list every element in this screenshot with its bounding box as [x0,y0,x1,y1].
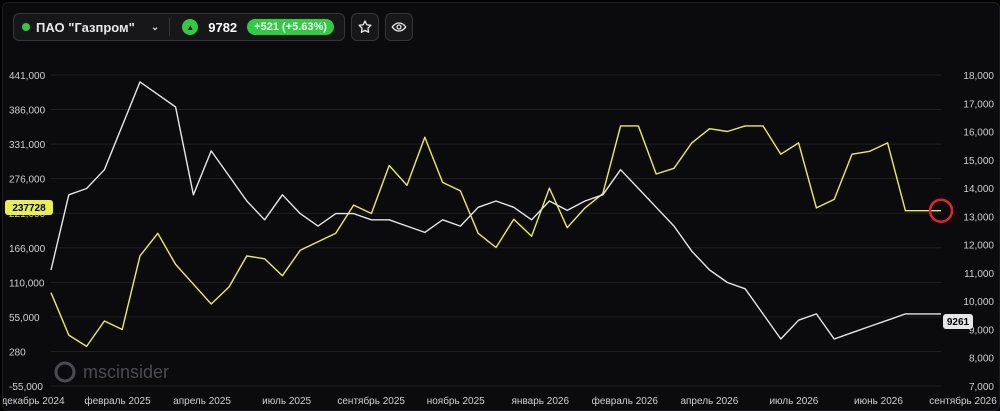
x-tick-label: апрель 2026 [680,396,738,407]
right-tick-label: 16,000 [963,128,994,139]
left-tick-label: -55,000 [9,382,43,393]
x-tick-label: сентябрь 2026 [929,395,997,407]
right-axis: 18,000 17,000 16,000 15,000 14,000 13,000 12,0… [963,71,994,393]
x-tick-label: апрель 2025 [173,396,231,407]
x-tick-label: февраль 2026 [592,395,659,407]
right-tick-label: 15,000 [963,156,994,167]
x-tick-label: декабрь 2024 [3,395,65,407]
right-tick-label: 10,000 [963,297,994,308]
series-line-right [50,125,941,348]
series-line-left [50,81,941,340]
x-tick-label: июль 2026 [769,396,818,407]
x-tick-label: июль 2025 [262,396,311,407]
right-last-value-tag: 9261 [943,314,973,329]
x-tick-label: сентябрь 2025 [337,395,405,407]
watermark-logo-icon [54,361,76,383]
x-axis: декабрь 2024 февраль 2025 апрель 2025 июль … [3,395,997,407]
right-tick-label: 14,000 [963,184,994,195]
grid-lines [51,74,941,387]
left-tick-label: 331,000 [9,140,46,151]
watermark-text: mscinsider [83,362,169,382]
x-tick-label: январь 2026 [512,396,570,407]
left-tick-label: 166,000 [9,244,46,255]
right-tick-label: 7,000 [969,382,994,393]
chart-panel: ПАО "Газпром" ⌄ ▲ 9782 +521 (+5.63%) 441… [2,2,1000,411]
left-tick-label: 280 [9,347,26,358]
left-last-value-tag: 237728 [5,200,53,215]
chart-svg[interactable]: 441,000386,000331,000276,000221,000166,0… [3,3,999,410]
x-tick-label: июнь 2026 [854,396,903,407]
right-tick-label: 11,000 [964,269,994,280]
left-axis: 441,000386,000331,000276,000221,000166,0… [9,71,46,393]
right-tick-label: 18,000 [963,71,994,82]
right-tick-label: 13,000 [963,212,994,223]
series-lines [50,81,941,348]
left-tick-label: 386,000 [9,106,46,117]
x-tick-label: ноябрь 2025 [427,395,485,407]
right-tick-label: 17,000 [963,99,994,110]
right-last-value: 9261 [947,317,970,328]
right-tick-label: 8,000 [969,354,994,365]
left-tick-label: 441,000 [9,71,46,82]
watermark: mscinsider [54,361,169,383]
left-tick-label: 110,000 [9,278,45,289]
left-tick-label: 276,000 [9,175,46,186]
left-last-value: 237728 [12,203,46,214]
right-tick-label: 12,000 [963,241,994,252]
left-tick-label: 55,000 [9,313,40,324]
x-tick-label: февраль 2025 [84,395,151,407]
